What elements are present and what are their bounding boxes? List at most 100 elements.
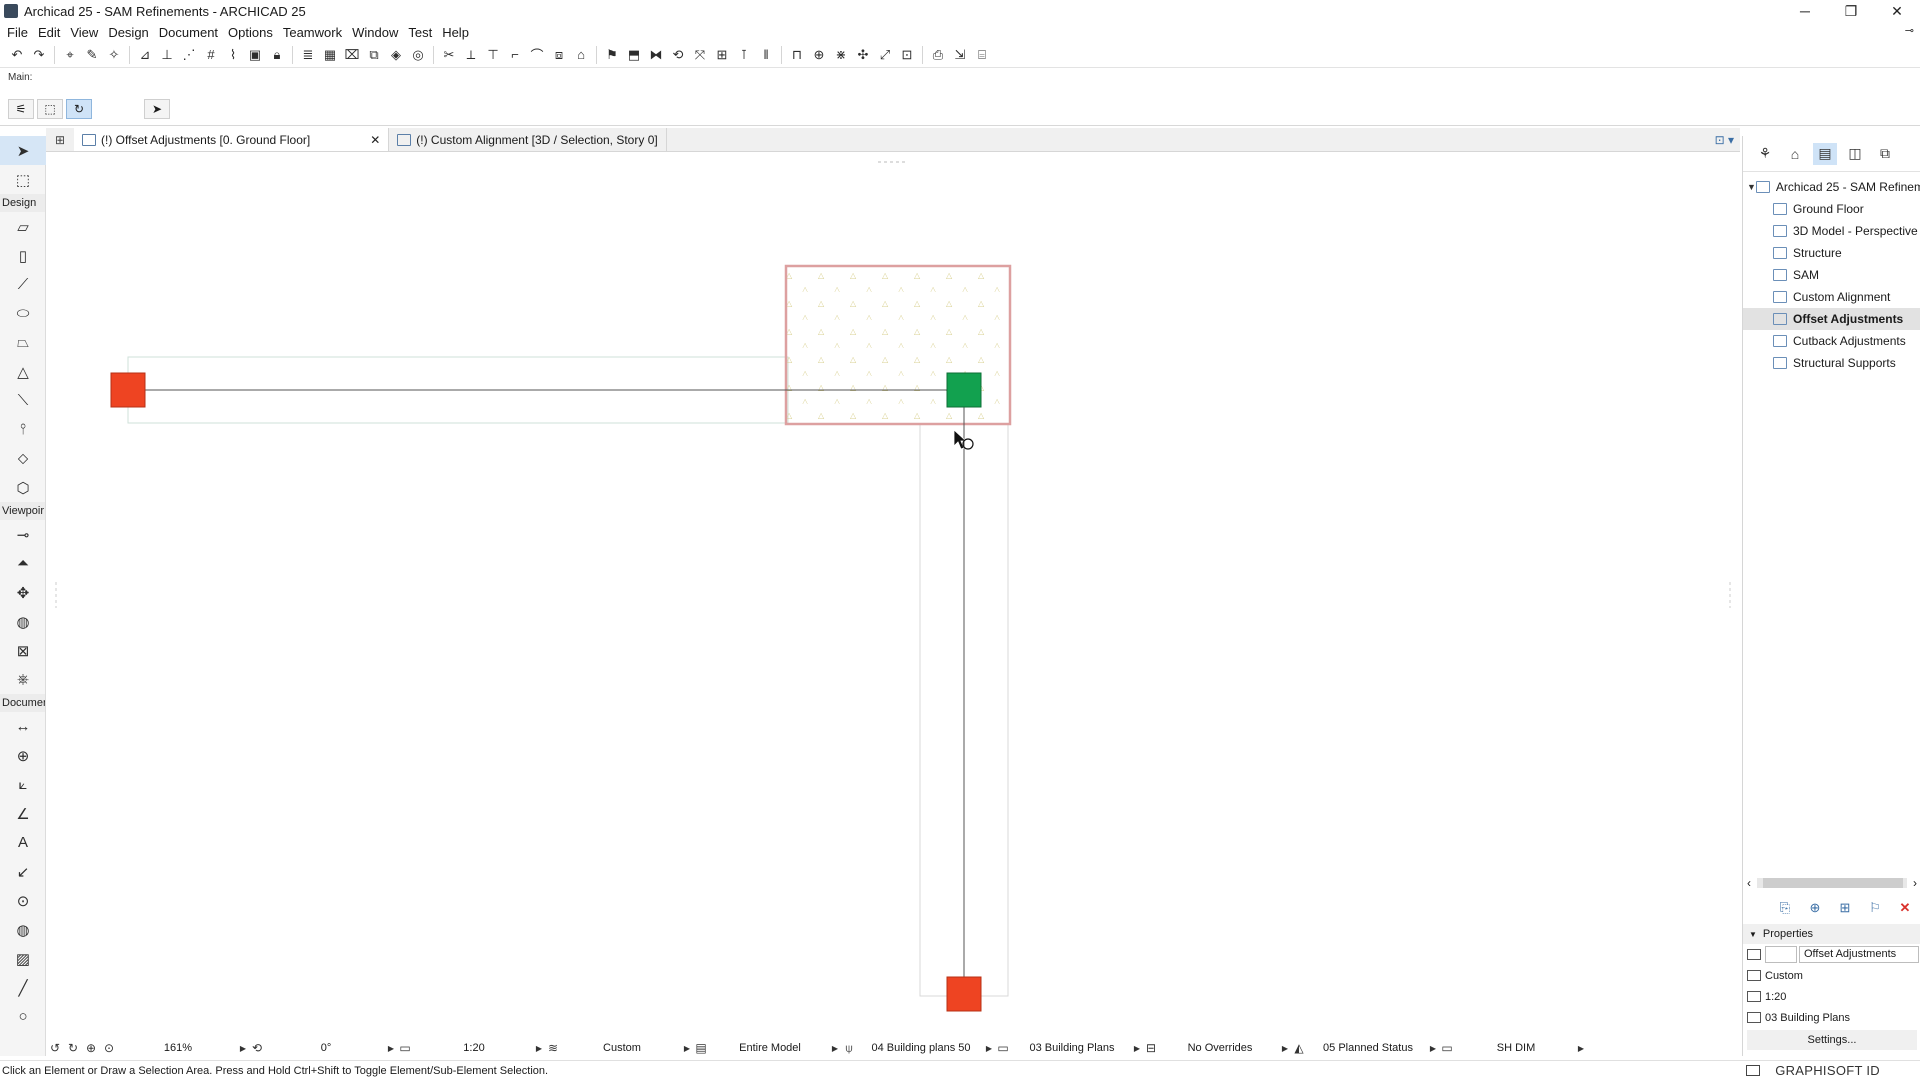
beam-end-node-junction[interactable] <box>946 372 982 408</box>
settings-folder-icon[interactable]: ⚐ <box>1863 898 1887 918</box>
floor-plan-canvas[interactable]: △ △ <box>46 152 1740 1022</box>
magic-wand-icon[interactable]: ✧ <box>105 46 123 64</box>
rotate-selection-icon[interactable]: ↻ <box>66 99 92 119</box>
label-tool-icon[interactable]: ↙ <box>0 857 46 886</box>
trace-reference-icon[interactable]: ⧉ <box>365 46 383 64</box>
navigator-map-icon[interactable]: ⚘ <box>1753 143 1777 165</box>
pin-icon[interactable]: ⊸ <box>1905 24 1914 37</box>
pick-up-parameters-icon[interactable]: ⌖ <box>61 46 79 64</box>
undo-icon[interactable]: ↶ <box>8 46 26 64</box>
scroll-left-icon[interactable]: ‹ <box>1747 876 1751 890</box>
sam-align-icon[interactable]: ⋇ <box>832 46 850 64</box>
redo-icon[interactable]: ↷ <box>30 46 48 64</box>
scrollbar-thumb[interactable] <box>1763 878 1903 888</box>
dropdown-arrow-icon[interactable]: ▶ <box>682 1044 692 1053</box>
settings-button[interactable]: Settings... <box>1747 1030 1917 1050</box>
scale-control[interactable]: ▭ 1:20 ▶ <box>396 1038 544 1058</box>
shell-tool-icon[interactable]: △ <box>0 357 46 386</box>
interior-elevation-tool-icon[interactable]: ✥ <box>0 578 46 607</box>
graphisoft-id-label[interactable]: GRAPHISOFT ID <box>1775 1063 1880 1078</box>
split-icon[interactable]: ✂ <box>440 46 458 64</box>
sam-column-icon[interactable]: ‖ <box>757 46 775 64</box>
sam-wall-icon[interactable]: ⊞ <box>713 46 731 64</box>
tab-offset-adjustments[interactable]: (!) Offset Adjustments [0. Ground Floor]… <box>74 128 390 151</box>
offset-icon[interactable]: ⌒ <box>528 46 546 64</box>
beam-end-node-bottom[interactable] <box>946 976 982 1012</box>
dropdown-arrow-icon[interactable]: ▶ <box>1428 1044 1438 1053</box>
arrow-tool-icon[interactable]: ➤ <box>0 136 46 165</box>
surface-support-tool-icon[interactable]: ⬦ <box>0 444 46 473</box>
collapse-arrow-icon[interactable]: ▼ <box>1747 182 1756 192</box>
sam-node-icon[interactable]: ⊕ <box>810 46 828 64</box>
tab-overview-icon[interactable]: ⊞ <box>46 128 74 151</box>
menu-window[interactable]: Window <box>347 25 403 40</box>
sam-offset-icon[interactable]: ✣ <box>854 46 872 64</box>
snap-points-icon[interactable]: ⋰ <box>180 46 198 64</box>
suspend-groups-icon[interactable]: ▣ <box>246 46 264 64</box>
view-id-field[interactable] <box>1765 946 1797 963</box>
marquee-tool-icon[interactable]: ⬚ <box>0 165 46 194</box>
redo-zoom-icon[interactable]: ↻ <box>64 1041 82 1055</box>
sam-support-icon[interactable]: ⊺ <box>735 46 753 64</box>
beam-end-node-left[interactable] <box>110 372 146 408</box>
menu-file[interactable]: File <box>2 25 33 40</box>
navigator-horizontal-scrollbar[interactable]: ‹ › <box>1747 876 1917 890</box>
detail-tool-icon[interactable]: ⊠ <box>0 636 46 665</box>
section-icon[interactable]: ⌧ <box>343 46 361 64</box>
navigator-item-3d-model[interactable]: 3D Model - Perspective <box>1743 220 1920 242</box>
menu-edit[interactable]: Edit <box>33 25 65 40</box>
navigator-item-sam[interactable]: SAM <box>1743 264 1920 286</box>
point-support-tool-icon[interactable]: ⫯ <box>0 415 46 444</box>
model-compare-icon[interactable]: ⟲ <box>669 46 687 64</box>
fill-tool-icon[interactable]: ◍ <box>0 915 46 944</box>
scroll-right-icon[interactable]: › <box>1913 876 1917 890</box>
worksheet-tool-icon[interactable]: ◍ <box>0 607 46 636</box>
menu-view[interactable]: View <box>65 25 103 40</box>
wall-tool-icon[interactable]: ▱ <box>0 212 46 241</box>
dropdown-arrow-icon[interactable]: ▶ <box>1132 1044 1142 1053</box>
roof-icon[interactable]: ⌂ <box>572 46 590 64</box>
dropdown-arrow-icon[interactable]: ▶ <box>1576 1044 1586 1053</box>
text-tool-icon[interactable]: A <box>0 828 46 857</box>
zoom-control[interactable]: 161% ▶ <box>118 1038 248 1058</box>
menu-options[interactable]: Options <box>223 25 278 40</box>
tab-dropdown-icon[interactable]: ⊡ ▾ <box>1715 128 1740 151</box>
guide-lines-icon[interactable]: ⊿ <box>136 46 154 64</box>
marker-tool-icon[interactable]: ⊙ <box>0 886 46 915</box>
radial-dimension-tool-icon[interactable]: ⟀ <box>0 770 46 799</box>
clone-folder-icon[interactable]: ⎘ <box>1773 898 1797 918</box>
hatch-tool-icon[interactable]: ▨ <box>0 944 46 973</box>
undo-zoom-icon[interactable]: ↺ <box>46 1041 64 1055</box>
navigator-item-ground-floor[interactable]: Ground Floor <box>1743 198 1920 220</box>
fillet-icon[interactable]: ⌐ <box>506 46 524 64</box>
trim-icon[interactable]: ⧈ <box>550 46 568 64</box>
dropdown-arrow-icon[interactable]: ▶ <box>984 1044 994 1053</box>
restore-button[interactable]: ❐ <box>1828 0 1874 22</box>
rotation-control[interactable]: ⟲ 0° ▶ <box>248 1038 396 1058</box>
new-folder-icon[interactable]: ⊞ <box>1833 898 1857 918</box>
arrow-tool-icon[interactable]: ➤ <box>144 99 170 119</box>
navigator-item-structure[interactable]: Structure <box>1743 242 1920 264</box>
snap-guides-icon[interactable]: ⊥ <box>158 46 176 64</box>
dropdown-arrow-icon[interactable]: ▶ <box>830 1044 840 1053</box>
explode-icon[interactable]: ⤧ <box>691 46 709 64</box>
layout-book-icon[interactable]: ◫ <box>1843 143 1867 165</box>
export-icon[interactable]: ⇲ <box>951 46 969 64</box>
renovation-filter-control[interactable]: ◭ 05 Planned Status ▶ <box>1290 1038 1438 1058</box>
column-tool-icon[interactable]: ▯ <box>0 241 46 270</box>
dropdown-arrow-icon[interactable]: ▶ <box>534 1044 544 1053</box>
structural-analysis-icon[interactable]: ⌸ <box>973 46 991 64</box>
structure-display-control[interactable]: ▤ Entire Model ▶ <box>692 1038 840 1058</box>
navigator-item-offset-adjustments[interactable]: Offset Adjustments <box>1743 308 1920 330</box>
slab-tool-icon[interactable]: ⬭ <box>0 299 46 328</box>
camera-tool-icon[interactable]: ⎈ <box>0 665 46 694</box>
section-tool-icon[interactable]: ⊸ <box>0 520 46 549</box>
menu-test[interactable]: Test <box>403 25 437 40</box>
roof-tool-icon[interactable]: ⏢ <box>0 328 46 357</box>
menu-help[interactable]: Help <box>437 25 474 40</box>
beam-tool-icon[interactable]: ⟋ <box>0 270 46 299</box>
view-name-field[interactable]: Offset Adjustments <box>1799 946 1919 963</box>
properties-header[interactable]: ▼ Properties <box>1743 924 1920 944</box>
menu-teamwork[interactable]: Teamwork <box>278 25 347 40</box>
menu-design[interactable]: Design <box>103 25 153 40</box>
